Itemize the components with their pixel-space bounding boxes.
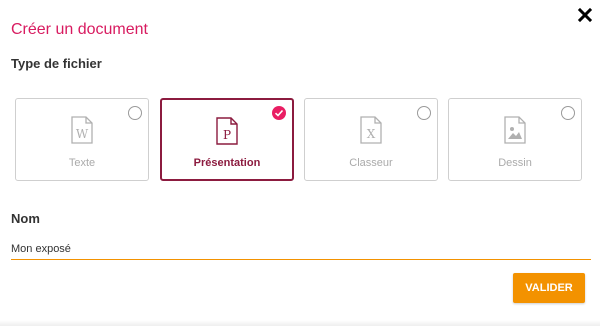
name-label: Nom [11, 211, 40, 226]
file-type-classeur[interactable]: X Classeur [304, 98, 438, 181]
file-type-label-dessin: Dessin [498, 157, 532, 169]
file-type-options: W Texte P Présentation X Classeur Dessin [15, 98, 587, 185]
validate-button[interactable]: VALIDER [513, 273, 585, 303]
dialog-title: Créer un document [11, 21, 148, 38]
file-type-label-presentation: Présentation [193, 157, 261, 169]
dialog-bottom-edge [0, 320, 600, 326]
create-document-dialog: Créer un document Type de fichier W Text… [0, 0, 600, 326]
spreadsheet-doc-icon: X [360, 116, 382, 144]
radio-button[interactable] [561, 106, 575, 120]
file-type-dessin[interactable]: Dessin [448, 98, 582, 181]
svg-text:P: P [223, 128, 231, 142]
file-type-label-texte: Texte [68, 157, 96, 169]
svg-text:X: X [367, 127, 376, 141]
file-type-presentation[interactable]: P Présentation [160, 98, 294, 181]
radio-button-checked[interactable] [272, 106, 286, 120]
name-input[interactable] [11, 238, 591, 260]
file-type-label-classeur: Classeur [349, 157, 393, 169]
drawing-doc-icon [504, 116, 526, 144]
word-doc-icon: W [71, 116, 93, 144]
presentation-doc-icon: P [216, 117, 238, 145]
close-icon[interactable] [576, 6, 594, 24]
file-type-texte[interactable]: W Texte [15, 98, 149, 181]
file-type-label: Type de fichier [11, 56, 102, 71]
svg-text:W: W [76, 127, 89, 141]
radio-button[interactable] [128, 106, 142, 120]
radio-button[interactable] [417, 106, 431, 120]
